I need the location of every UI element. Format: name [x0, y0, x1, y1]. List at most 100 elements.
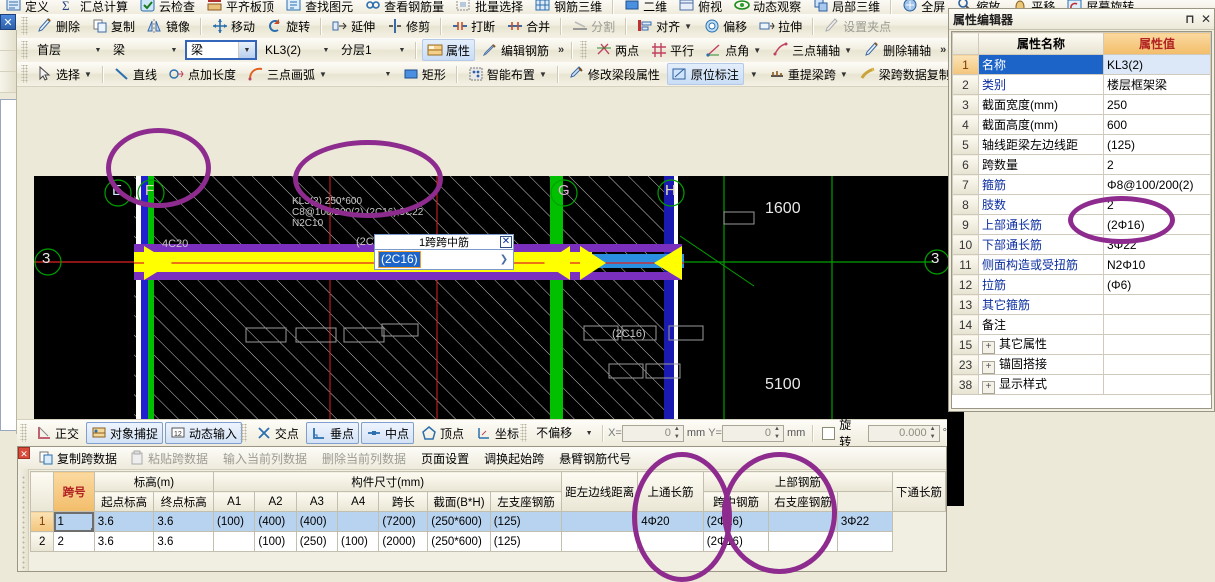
top-view-button[interactable]: 俯视	[674, 0, 727, 14]
pin-icon[interactable]: ⊓	[1182, 12, 1198, 26]
table-cell[interactable]	[768, 531, 838, 552]
close-icon[interactable]: ✕	[500, 236, 512, 248]
table-cell[interactable]: (2000)	[378, 531, 429, 552]
property-grid-scroll[interactable]: 属性名称 属性值 1 名称 KL3(2) 2 类别 楼层框架梁 3 截面宽度(mm) 250 4 截面高…	[951, 31, 1212, 409]
table-cell[interactable]: 4Φ20	[637, 511, 704, 532]
layer-combo[interactable]: 分层1 ▼	[337, 41, 409, 59]
property-row[interactable]: 7 箍筋 Φ8@100/200(2)	[952, 174, 1211, 195]
properties-button[interactable]: 属性	[422, 39, 476, 61]
expand-icon[interactable]: +	[982, 341, 995, 354]
point-angle-axis-button[interactable]: 点角 ▼	[701, 39, 766, 61]
property-row-value[interactable]: N2Φ10	[1103, 254, 1211, 275]
table-cell[interactable]: (2Φ16)	[702, 511, 770, 532]
input-col-button[interactable]: 输入当前列数据	[215, 448, 312, 468]
table-cell[interactable]: (2Φ16)	[702, 531, 770, 552]
vertex-snap-toggle[interactable]: 顶点	[416, 422, 469, 444]
stretch-button[interactable]: 拉伸	[754, 15, 807, 37]
property-row-value[interactable]: 3Φ22	[1103, 234, 1211, 255]
chevron-down-icon[interactable]: ▼	[319, 70, 327, 79]
property-row-value[interactable]	[1103, 374, 1211, 395]
close-panel-icon[interactable]: ✕	[0, 14, 16, 30]
property-row[interactable]: 8 肢数 2	[952, 194, 1211, 215]
dynamic-observe-button[interactable]: 动态观察	[729, 0, 806, 14]
chevron-down-icon[interactable]: ▼	[750, 70, 758, 79]
toolbar-overflow-chevron[interactable]: »	[940, 44, 946, 56]
table-cell[interactable]	[561, 531, 639, 552]
object-snap-toggle[interactable]: 对象捕捉	[86, 422, 164, 444]
table-cell[interactable]: (400)	[254, 511, 297, 532]
property-row-value[interactable]	[1103, 294, 1211, 315]
property-row[interactable]: 1 名称 KL3(2)	[952, 54, 1211, 75]
page-setup-button[interactable]: 页面设置	[413, 448, 474, 468]
property-row-value[interactable]: (2Φ16)	[1103, 214, 1211, 235]
dynamic-input-toggle[interactable]: 12 动态输入	[165, 422, 243, 444]
table-cell[interactable]: 3.6	[153, 531, 215, 552]
span-col-header[interactable]: A1	[213, 491, 256, 512]
property-row-value[interactable]: Φ8@100/200(2)	[1103, 174, 1211, 195]
property-row-value[interactable]: KL3(2)	[1103, 54, 1211, 75]
paste-span-button[interactable]: 粘贴跨数据	[124, 448, 213, 468]
table-cell[interactable]: (100)	[213, 511, 256, 532]
property-row[interactable]: 6 跨数量 2	[952, 154, 1211, 175]
table-cell[interactable]	[637, 531, 704, 552]
align-button[interactable]: 对齐 ▼	[632, 15, 697, 37]
table-cell[interactable]	[561, 511, 639, 532]
align-slab-top-button[interactable]: 平齐板顶	[202, 0, 279, 14]
panel-drag-handle[interactable]	[18, 469, 29, 571]
property-row[interactable]: 14 备注	[952, 314, 1211, 335]
extend-button[interactable]: 延伸	[327, 15, 380, 37]
span-col-header[interactable]: A2	[254, 491, 297, 512]
table-cell[interactable]: (100)	[254, 531, 297, 552]
table-cell[interactable]: 3Φ22	[836, 511, 894, 532]
mirror-button[interactable]: 镜像	[142, 15, 195, 37]
find-element-button[interactable]: 查找图元	[281, 0, 358, 14]
move-button[interactable]: 移动	[207, 15, 260, 37]
toolbar-grip[interactable]	[520, 424, 528, 442]
span-col-header[interactable]: 终点标高	[153, 491, 215, 512]
line-button[interactable]: 直线	[109, 63, 162, 85]
table-cell[interactable]	[337, 511, 380, 532]
left-strip-item[interactable]	[0, 30, 16, 51]
delete-button[interactable]: 删除	[32, 15, 85, 37]
smart-layout-button[interactable]: 智能布置 ▼	[463, 63, 552, 85]
three-point-axis-button[interactable]: 三点辅轴 ▼	[768, 39, 857, 61]
span-col-header[interactable]: 起点标高	[93, 491, 155, 512]
span-table-toolbar[interactable]: 复制跨数据 粘贴跨数据 输入当前列数据 删除当前列数据 页面设置 调换起始跨 悬臂钢筋代号	[18, 447, 946, 470]
span-table-scroll[interactable]: 跨号 标高(m) 构件尺寸(mm) 距左边线距离 上通长筋 上部钢筋 下通长筋 起点标高 终点标…	[30, 471, 946, 571]
2d-button[interactable]: 二维	[619, 0, 672, 14]
property-row[interactable]: 23 + 锚固搭接	[952, 354, 1211, 375]
chevron-down-icon[interactable]: ▼	[84, 70, 92, 79]
delete-col-button[interactable]: 删除当前列数据	[314, 448, 411, 468]
offset-button[interactable]: 偏移	[699, 15, 752, 37]
table-cell[interactable]: 3.6	[93, 511, 155, 532]
spinner-icon[interactable]: ▲ ▼	[672, 426, 682, 440]
y-offset-input[interactable]: 0 ▲ ▼	[721, 424, 784, 442]
two-point-axis-button[interactable]: 两点	[591, 39, 644, 61]
table-cell[interactable]: 1	[53, 511, 95, 532]
x-offset-input[interactable]: 0 ▲ ▼	[621, 424, 684, 442]
table-cell[interactable]: (400)	[295, 511, 339, 532]
cantilever-code-button[interactable]: 悬臂钢筋代号	[551, 448, 636, 468]
parallel-axis-button[interactable]: 平行	[646, 39, 699, 61]
toolbar-grip[interactable]	[21, 17, 28, 35]
chevron-down-icon[interactable]: ▼	[844, 46, 852, 55]
span-col-header[interactable]: 跨中钢筋	[702, 491, 770, 512]
edit-beam-segment-button[interactable]: 修改梁段属性	[564, 63, 665, 85]
break-button[interactable]: 打断	[447, 15, 500, 37]
split-button[interactable]: 分割	[567, 15, 620, 37]
popup-value-combo[interactable]: (2C16) ❯	[374, 250, 514, 270]
copy-button[interactable]: 复制	[87, 15, 140, 37]
cloud-check-button[interactable]: 云检查	[135, 0, 200, 14]
table-cell[interactable]: 3.6	[153, 511, 215, 532]
chevron-down-icon[interactable]: ▼	[684, 22, 692, 31]
define-button[interactable]: 定义	[1, 0, 54, 14]
toolbar-overflow-chevron[interactable]: »	[558, 44, 564, 56]
table-cell[interactable]: (125)	[489, 511, 563, 532]
left-strip-item[interactable]	[0, 51, 16, 72]
midpoint-snap-toggle[interactable]: 中点	[360, 422, 414, 444]
left-strip-item[interactable]	[0, 72, 16, 93]
span-col-header[interactable]: 右支座钢筋	[768, 491, 838, 512]
property-row-value[interactable]: (125)	[1103, 134, 1211, 155]
toolbar-grip[interactable]	[580, 41, 588, 59]
rotate-button[interactable]: 旋转	[262, 15, 315, 37]
